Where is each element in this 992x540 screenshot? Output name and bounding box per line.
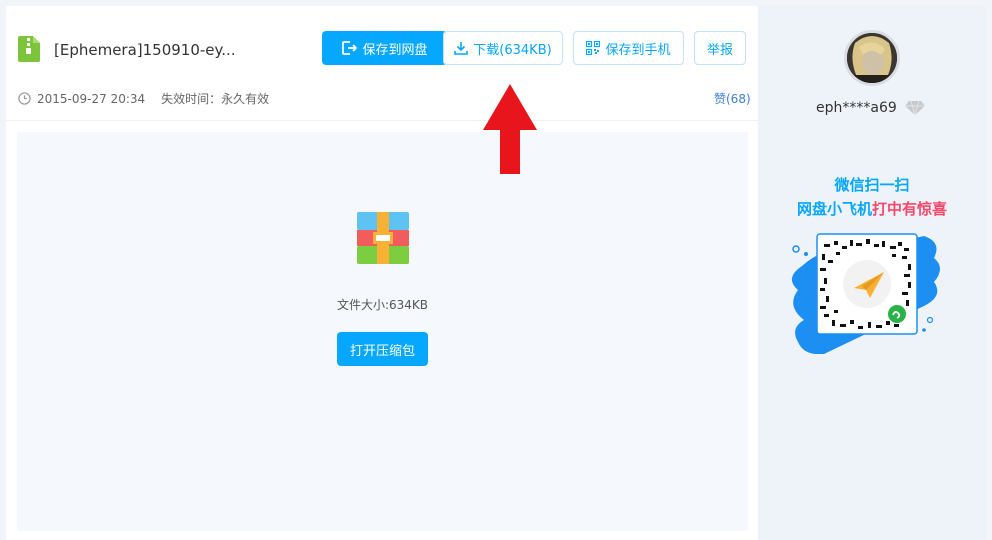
avatar-image xyxy=(847,33,897,83)
archive-icon xyxy=(357,212,409,264)
file-preview: 文件大小:634KB 打开压缩包 xyxy=(17,132,748,531)
sidebar: eph****a69 微信扫一扫 网盘小飞机打中有惊喜 xyxy=(758,6,986,540)
save-to-phone-label: 保存到手机 xyxy=(605,42,671,58)
file-name: [Ephemera]150910-ey... xyxy=(54,41,236,59)
header-divider xyxy=(6,120,758,121)
save-to-phone-button[interactable]: 保存到手机 xyxy=(573,31,684,65)
save-to-netdisk-label: 保存到网盘 xyxy=(362,42,428,58)
report-label: 举报 xyxy=(706,42,733,58)
promo-line-2-blue: 网盘小飞机 xyxy=(796,200,872,218)
like-link[interactable]: 赞(68) xyxy=(714,90,751,107)
expire-time: 失效时间：永久有效 xyxy=(161,92,270,106)
red-up-arrow-annotation xyxy=(483,84,537,174)
file-meta: 2015-09-27 20:34 失效时间：永久有效 xyxy=(18,90,269,107)
download-label: 下载(634KB) xyxy=(473,42,552,58)
zip-file-icon xyxy=(18,36,40,62)
qr-code-icon xyxy=(586,41,601,55)
diamond-icon xyxy=(904,101,925,115)
open-archive-button[interactable]: 打开压缩包 xyxy=(337,332,428,366)
promo-line-1: 微信扫一扫 xyxy=(834,176,910,194)
file-size: 文件大小:634KB xyxy=(336,298,429,312)
wechat-miniprogram-qr-code[interactable] xyxy=(784,224,944,354)
save-to-netdisk-button[interactable]: 保存到网盘 xyxy=(322,31,447,65)
clock-icon xyxy=(18,92,31,105)
username-text: eph****a69 xyxy=(816,100,897,116)
upload-date: 2015-09-27 20:34 xyxy=(37,91,146,106)
username: eph****a69 xyxy=(816,100,925,116)
download-icon xyxy=(454,42,469,55)
report-button[interactable]: 举报 xyxy=(694,31,746,65)
download-button[interactable]: 下载(634KB) xyxy=(443,31,563,65)
promo-line-2-red: 打中有惊喜 xyxy=(872,200,948,218)
save-icon xyxy=(342,41,358,55)
user-avatar[interactable] xyxy=(844,30,900,86)
promo-line-2: 网盘小飞机打中有惊喜 xyxy=(758,198,986,219)
main-panel: [Ephemera]150910-ey... 保存到网盘 下载(634KB) 保… xyxy=(6,6,758,540)
